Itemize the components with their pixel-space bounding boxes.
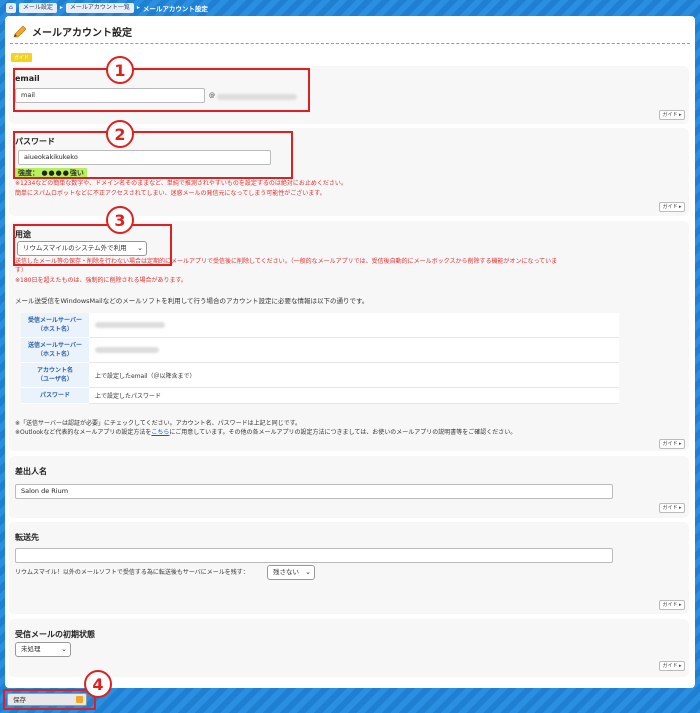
guide-button[interactable]: ガイド ▸ <box>659 503 685 513</box>
keep-mail-select[interactable]: 残さない ⌄ <box>267 565 315 580</box>
initial-state-section: 受信メールの初期状態 未処理 ⌄ ガイド ▸ <box>9 619 689 677</box>
table-cell <box>89 313 619 338</box>
chevron-down-icon: ⌄ <box>305 568 311 576</box>
initial-state-select[interactable]: 未処理 ⌄ <box>15 642 71 657</box>
password-warning-1: ※1234などの簡単な数字や、ドメイン名そのままなど、単純で推測されやすいものを… <box>15 180 347 187</box>
main-panel: メールアカウント設定 ガイド email mail @ ガイド ▸ パスワード … <box>5 16 695 688</box>
breadcrumb-current: メールアカウント設定 <box>142 4 208 13</box>
blurred-value <box>95 347 159 353</box>
guide-button[interactable]: ガイド ▸ <box>659 110 685 120</box>
annotation-badge-4: 4 <box>84 670 112 698</box>
initial-state-label: 受信メールの初期状態 <box>15 630 95 639</box>
footnote-text: ※Outlookなど代表的なメールアプリの設定方法を <box>15 429 152 436</box>
breadcrumb: ⌂ メール設定 ▸ メールアカウント一覧 ▸ メールアカウント設定 <box>0 0 700 15</box>
forward-note: リウムスマイル！以外のメールソフトで受信する為に転送後もサーバにメールを残す： <box>15 569 249 576</box>
table-row: 送信メールサーバー （ホスト名） <box>21 337 619 363</box>
guide-button[interactable]: ガイド ▸ <box>659 661 685 671</box>
sender-section: 差出人名 Salon de Rium ガイド ▸ <box>9 456 689 518</box>
annotation-box-3 <box>13 224 172 266</box>
forward-address-input[interactable] <box>15 548 613 563</box>
guide-button[interactable]: ガイド ▸ <box>659 439 685 449</box>
pencil-icon <box>13 25 27 37</box>
header-text: 送信メールサーバー <box>28 342 82 349</box>
title-divider <box>10 43 690 44</box>
table-cell: 上で設定したパスワード <box>89 387 619 404</box>
guide-button[interactable]: ガイド ▸ <box>659 202 685 212</box>
table-row: アカウント名 （ユーザ名） 上で設定したemail（＠以降含まで） <box>21 362 619 388</box>
setup-guide-link[interactable]: こちら <box>151 429 169 436</box>
page-title: メールアカウント設定 <box>12 24 132 39</box>
page-title-text: メールアカウント設定 <box>32 28 132 39</box>
annotation-box-2 <box>13 131 293 179</box>
table-row: 受信メールサーバー （ホスト名） <box>21 313 619 338</box>
annotation-badge-1: 1 <box>106 56 134 84</box>
table-cell <box>89 337 619 363</box>
sender-name-input[interactable]: Salon de Rium <box>15 484 613 499</box>
header-subtext: （ホスト名） <box>36 326 73 333</box>
header-subtext: （ユーザ名） <box>37 376 73 383</box>
header-text: アカウント名 <box>36 367 73 374</box>
table-header: パスワード <box>21 387 89 404</box>
keep-mail-select-value: 残さない <box>273 568 299 576</box>
annotation-box-4 <box>3 689 96 710</box>
blurred-value <box>95 322 165 328</box>
forward-section: 転送先 リウムスマイル！以外のメールソフトで受信する為に転送後もサーバにメールを… <box>9 522 689 614</box>
annotation-box-1 <box>13 68 310 112</box>
table-header: 送信メールサーバー （ホスト名） <box>21 337 89 363</box>
account-info-table: 受信メールサーバー （ホスト名） 送信メールサーバー （ホスト名） アカウント名 （ユ… <box>21 313 619 404</box>
header-subtext: （ホスト名） <box>36 351 73 358</box>
annotation-badge-2: 2 <box>106 120 134 148</box>
table-cell: 上で設定したemail（＠以降含まで） <box>89 362 619 388</box>
guide-button[interactable]: ガイド ▸ <box>659 600 685 610</box>
header-text: パスワード <box>39 392 70 399</box>
chevron-right-icon: ▸ <box>136 4 140 11</box>
initial-state-select-value: 未処理 <box>21 645 41 653</box>
footnote-text: にご用意しています。その他の各メールアプリの設定方法につきましては、お使いのメー… <box>169 429 517 436</box>
header-text: 受信メールサーバー <box>28 317 82 324</box>
table-row: パスワード 上で設定したパスワード <box>21 387 619 404</box>
usage-note-red-1b: す） <box>15 267 28 274</box>
chevron-right-icon: ▸ <box>59 4 63 11</box>
usage-intro: メール送受信をWindowsMailなどのメールソフトを利用して行う場合のアカウ… <box>15 297 369 305</box>
table-header: アカウント名 （ユーザ名） <box>21 362 89 388</box>
usage-note-red-2: ※180日を超えたものは、強制的に削除される場合があります。 <box>15 277 187 284</box>
usage-footnote-2: ※Outlookなど代表的なメールアプリの設定方法をこちらにご用意しています。そ… <box>15 428 516 438</box>
table-header: 受信メールサーバー （ホスト名） <box>21 313 89 338</box>
home-icon[interactable]: ⌂ <box>6 2 16 13</box>
breadcrumb-item-account-list[interactable]: メールアカウント一覧 <box>65 2 134 13</box>
sender-label: 差出人名 <box>15 467 47 476</box>
forward-label: 転送先 <box>15 533 39 542</box>
annotation-badge-3: 3 <box>106 206 134 234</box>
breadcrumb-item-mail-settings[interactable]: メール設定 <box>18 2 57 13</box>
chevron-down-icon: ⌄ <box>61 645 67 653</box>
password-warning-2: 簡単にスパムロボットなどに不正アクセスされてしまい、迷惑メールの発信元になってし… <box>15 190 326 197</box>
guide-tag[interactable]: ガイド <box>11 53 33 62</box>
